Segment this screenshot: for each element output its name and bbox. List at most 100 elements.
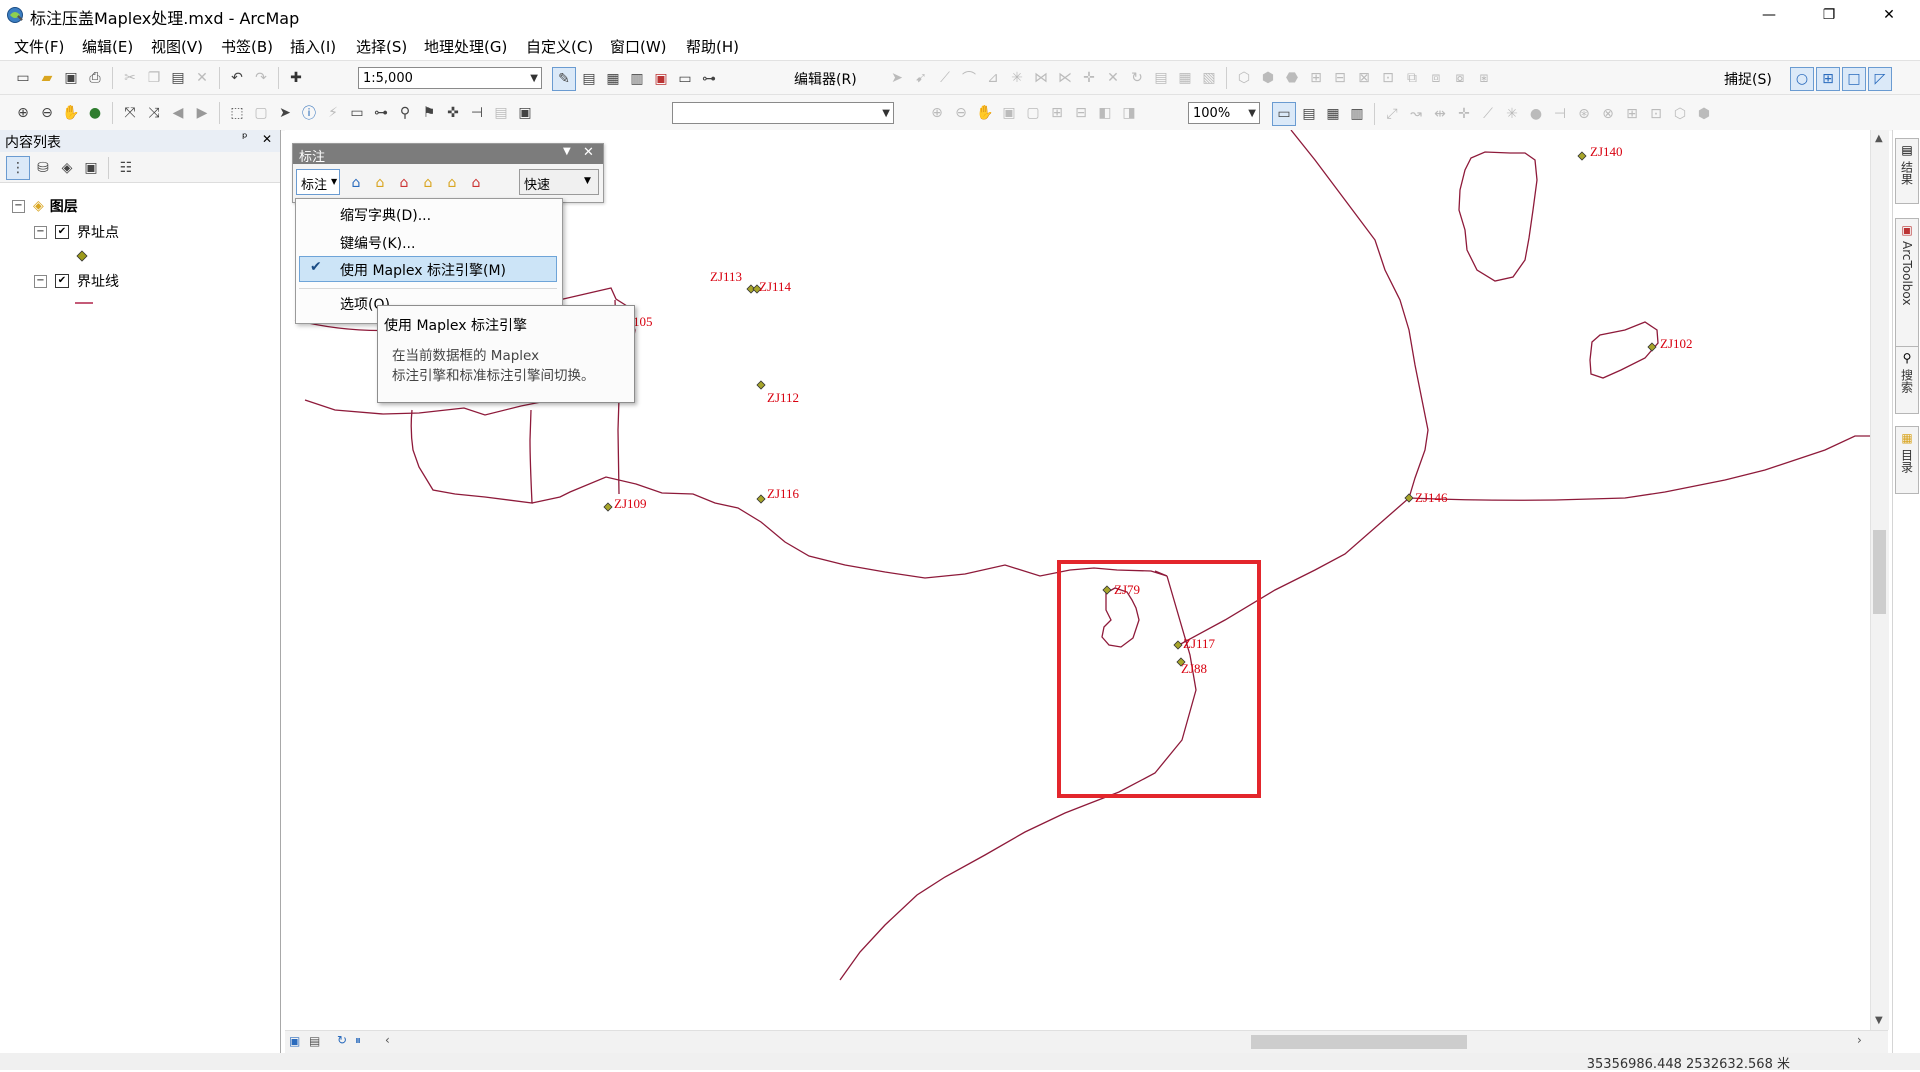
split-icon[interactable]: ✛ [1078,67,1100,89]
point-snapping-icon[interactable]: ○ [1790,67,1814,91]
dock-tab-results[interactable]: ▤ 结果 [1895,138,1919,204]
new-document-icon[interactable]: ▭ [12,67,34,89]
options-icon[interactable]: ☷ [115,157,137,179]
time-slider-icon[interactable]: ⊣ [466,102,488,124]
fixed-zoom-out-icon[interactable]: ⤨ [143,102,165,124]
create-viewer-icon[interactable]: ▤ [490,102,512,124]
pan-icon[interactable]: ✋ [60,102,82,124]
select-elements-icon[interactable]: ➤ [274,102,296,124]
horizontal-scroll-thumb[interactable] [1251,1035,1467,1049]
modify-edge-icon[interactable]: ⧉ [1401,67,1423,89]
fix-error-icon[interactable]: ⊠ [1353,67,1375,89]
html-popup-icon[interactable]: ▭ [346,102,368,124]
fill-icon[interactable]: ⬢ [1693,103,1715,125]
redo-icon[interactable]: ↷ [250,67,272,89]
georeferencing-layer-combo[interactable]: ▼ [672,102,894,124]
go-to-xy-icon[interactable]: ✜ [442,102,464,124]
cut-icon[interactable]: ✂ [119,67,141,89]
distribute-icon[interactable]: ⊡ [1645,103,1667,125]
vertex-snapping-icon[interactable]: □ [1842,67,1866,91]
data-driven-pages-icon[interactable]: ▥ [1346,103,1368,125]
arctoolbox-icon[interactable]: ▣ [650,68,672,90]
menu-use-maplex[interactable]: 使用 Maplex 标注引擎(M) [340,260,506,280]
model-builder-icon[interactable]: ⊶ [698,68,720,90]
menu-file[interactable]: 文件(F) [14,36,64,57]
refresh-icon[interactable]: ↻ [337,1033,347,1047]
pin-icon[interactable]: ᵖ [242,131,248,146]
add-data-icon[interactable]: ✚ [285,67,307,89]
reshape-icon[interactable]: ⋉ [1054,67,1076,89]
trace-icon[interactable]: ⊿ [982,67,1004,89]
rotate-element-icon[interactable]: ⟋ [1477,103,1499,125]
spline-icon[interactable]: ⊣ [1549,103,1571,125]
full-extent-icon[interactable]: ● [84,102,106,124]
save-icon[interactable]: ▣ [60,67,82,89]
collapse-icon[interactable]: − [12,199,25,213]
menu-help[interactable]: 帮助(H) [686,36,739,57]
sketch-properties-icon[interactable]: ▦ [1174,67,1196,89]
table-of-contents-icon[interactable]: ▤ [578,68,600,90]
identify-icon[interactable]: ⓘ [298,102,320,124]
edit-annotation-icon[interactable]: ➹ [910,67,932,89]
topology-edit-icon[interactable]: ⬢ [1257,67,1279,89]
scroll-down-icon[interactable]: ▼ [1875,1015,1883,1026]
label-manager-icon[interactable]: ⌂ [345,172,367,194]
dock-tab-arctoolbox[interactable]: ▣ ArcToolbox [1895,218,1919,364]
shared-edges-icon[interactable]: ⊞ [1305,67,1327,89]
list-by-source-icon[interactable]: ⛁ [32,157,54,179]
group-icon[interactable]: ⊛ [1573,103,1595,125]
scroll-up-icon[interactable]: ▲ [1875,133,1883,144]
menu-edit[interactable]: 编辑(E) [82,36,133,57]
menu-view[interactable]: 视图(V) [151,36,203,57]
show-shared-icon[interactable]: ⧇ [1449,67,1471,89]
pause-labeling-icon[interactable]: ⌂ [393,172,415,194]
pause-drawing-icon[interactable]: ⏸ [355,1033,361,1048]
map-horizontal-scrollbar[interactable]: ▣ ▤ ↻ ⏸ ‹ › [285,1030,1888,1053]
edit-tool-icon[interactable]: ➤ [886,67,908,89]
zoom-100-icon[interactable]: ▢ [1022,102,1044,124]
layout-view-icon[interactable]: ▤ [309,1034,320,1048]
menu-windows[interactable]: 窗口(W) [610,36,667,57]
layout-back-icon[interactable]: ◧ [1094,102,1116,124]
tree-layer-points[interactable]: − ✔ 界址点 [34,222,119,242]
list-by-selection-icon[interactable]: ▣ [80,157,102,179]
rotate-icon[interactable]: ↻ [1126,67,1148,89]
point-icon[interactable]: ✳ [1006,67,1028,89]
layout-zoom-out-icon[interactable]: ⊖ [950,102,972,124]
shape-icon[interactable]: ⬡ [1669,103,1691,125]
collapse-icon[interactable]: − [34,225,47,239]
draw-rectangle-icon[interactable]: ⤢ [1381,103,1403,125]
focus-data-frame-icon[interactable]: ▤ [1298,103,1320,125]
list-by-drawing-order-icon[interactable]: ⋮ [6,156,30,180]
endpoint-arc-icon[interactable]: ⌒ [958,67,980,89]
layout-fixed-in-icon[interactable]: ⊞ [1046,102,1068,124]
menu-bookmarks[interactable]: 书签(B) [221,36,273,57]
menu-insert[interactable]: 插入(I) [290,36,336,57]
label-weight-icon[interactable]: ⌂ [465,172,487,194]
topology-icon[interactable]: ⬡ [1233,67,1255,89]
menu-selection[interactable]: 选择(S) [356,36,407,57]
zoom-in-icon[interactable]: ⊕ [12,102,34,124]
map-vertical-scrollbar[interactable]: ▲ ▼ [1870,130,1889,1030]
labeling-toolbar-titlebar[interactable]: 标注 ▼ ✕ [293,144,603,165]
layout-pan-icon[interactable]: ✋ [974,102,996,124]
zoom-out-icon[interactable]: ⊖ [36,102,58,124]
lock-labels-icon[interactable]: ⌂ [369,172,391,194]
move-icon[interactable]: ⇹ [1429,103,1451,125]
draw-point-icon[interactable]: ✳ [1501,103,1523,125]
map-topology-icon[interactable]: ⬣ [1281,67,1303,89]
edit-vertices-icon[interactable]: ⋈ [1030,67,1052,89]
label-priority-icon[interactable]: ⌂ [441,172,463,194]
end-snapping-icon[interactable]: ⊞ [1816,67,1840,91]
tree-layer-lines[interactable]: − ✔ 界址线 [34,271,119,291]
cut-polygons-icon[interactable]: ✕ [1102,67,1124,89]
chevron-down-icon[interactable]: ▼ [563,146,571,157]
undo-icon[interactable]: ↶ [226,67,248,89]
close-icon[interactable]: ✕ [583,145,594,160]
layout-forward-icon[interactable]: ◨ [1118,102,1140,124]
align-edge-icon[interactable]: ⧆ [1473,67,1495,89]
change-layout-icon[interactable]: ▦ [1322,103,1344,125]
hyperlink-icon[interactable]: ⚡ [322,102,344,124]
menu-geoprocessing[interactable]: 地理处理(G) [424,36,507,57]
georeferencing-icon[interactable]: ▣ [514,102,536,124]
